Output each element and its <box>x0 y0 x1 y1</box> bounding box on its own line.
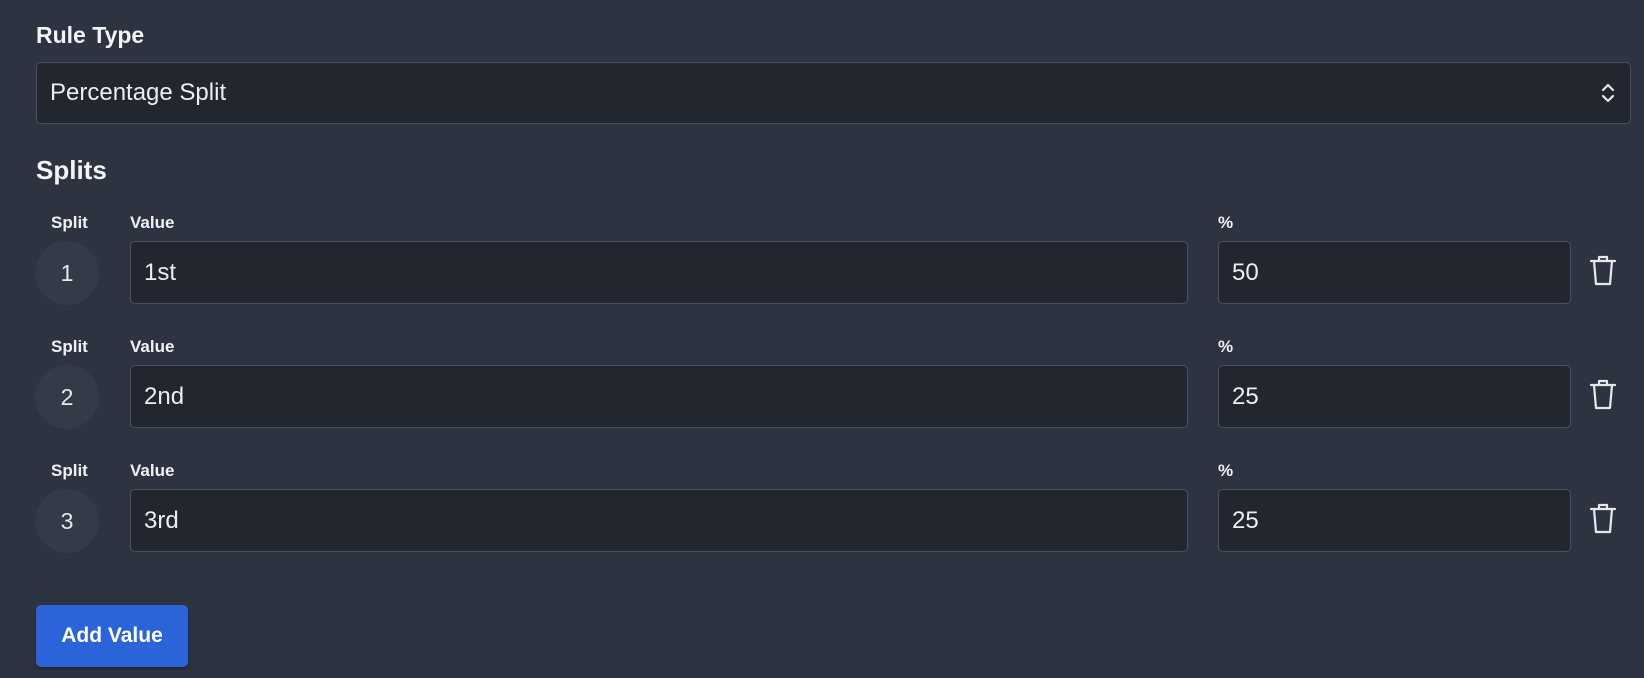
split-value-input[interactable]: 3rd <box>130 489 1188 552</box>
value-column-label: Value <box>130 213 175 232</box>
chevron-up-down-icon <box>1601 83 1615 103</box>
add-value-button[interactable]: Add Value <box>36 605 188 667</box>
split-value-input[interactable]: 1st <box>130 241 1188 304</box>
split-row: Split Value % 3 3rd 25 <box>0 461 1644 571</box>
rule-type-label: Rule Type <box>36 22 145 48</box>
split-number-badge: 3 <box>35 489 99 553</box>
split-percent-text: 50 <box>1232 258 1259 286</box>
split-value-text: 3rd <box>144 506 179 534</box>
rule-type-selected-value: Percentage Split <box>50 79 227 106</box>
splits-heading: Splits <box>36 155 107 185</box>
value-column-label: Value <box>130 337 175 356</box>
split-percent-input[interactable]: 25 <box>1218 489 1571 552</box>
split-number-badge: 1 <box>35 241 99 305</box>
trash-icon[interactable] <box>1588 377 1618 411</box>
split-percent-text: 25 <box>1232 382 1259 410</box>
split-value-text: 1st <box>144 258 177 286</box>
percent-column-label: % <box>1218 337 1234 356</box>
split-value-text: 2nd <box>144 382 185 410</box>
split-column-label: Split <box>51 213 88 232</box>
value-column-label: Value <box>130 461 175 480</box>
trash-icon[interactable] <box>1588 501 1618 535</box>
split-row: Split Value % 2 2nd 25 <box>0 337 1644 447</box>
percent-column-label: % <box>1218 461 1234 480</box>
trash-icon[interactable] <box>1588 253 1618 287</box>
percent-column-label: % <box>1218 213 1234 232</box>
split-column-label: Split <box>51 461 88 480</box>
split-column-label: Split <box>51 337 88 356</box>
split-percent-text: 25 <box>1232 506 1259 534</box>
split-percent-input[interactable]: 25 <box>1218 365 1571 428</box>
split-value-input[interactable]: 2nd <box>130 365 1188 428</box>
split-percent-input[interactable]: 50 <box>1218 241 1571 304</box>
split-row: Split Value % 1 1st 50 <box>0 213 1644 323</box>
rule-type-select[interactable]: Percentage Split <box>36 62 1631 124</box>
split-number-badge: 2 <box>35 365 99 429</box>
